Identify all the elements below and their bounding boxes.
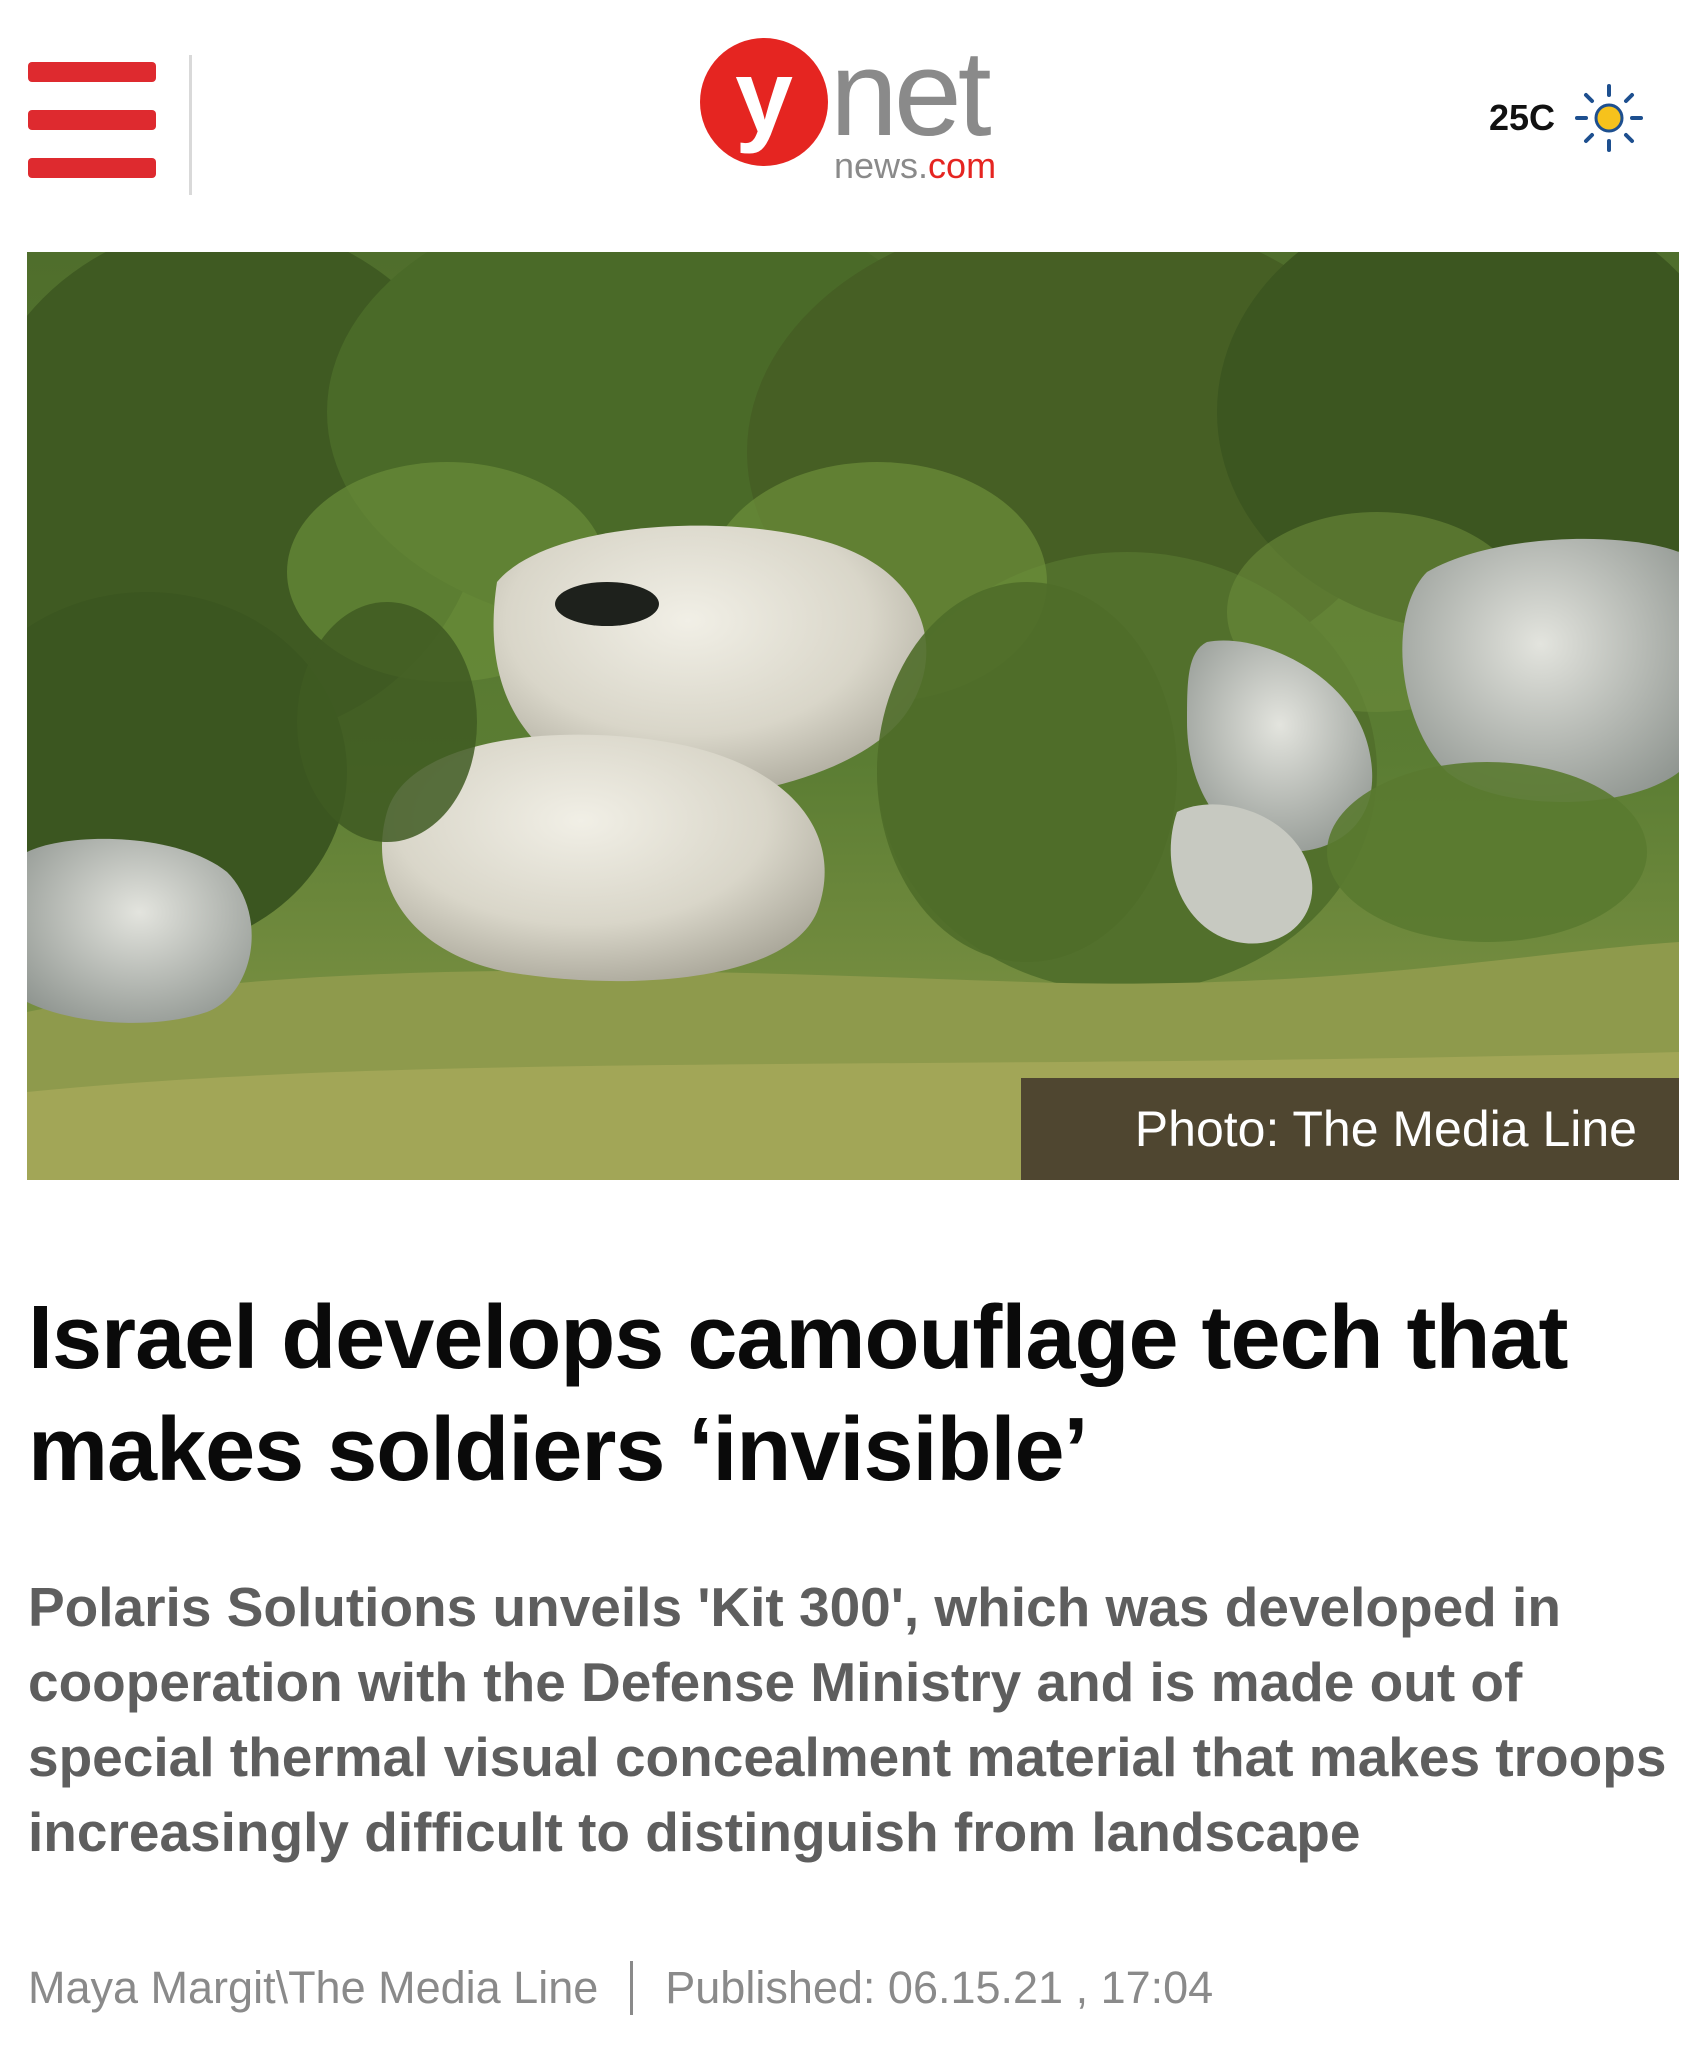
article-subheadline: Polaris Solutions unveils 'Kit 300', whi…: [28, 1576, 1667, 1863]
hero-photo[interactable]: Photo: The Media Line: [27, 252, 1679, 1180]
logo-sub-news: news.: [834, 145, 929, 186]
header-divider: [189, 55, 192, 195]
logo-sub-com: com: [928, 145, 997, 186]
logo-y-circle: y: [700, 38, 828, 166]
hero-photo-illustration: [27, 252, 1679, 1180]
logo-subtitle: news.com: [834, 146, 996, 186]
sun-icon: [1575, 84, 1643, 152]
weather-widget[interactable]: 25C: [1488, 84, 1645, 152]
menu-bar-middle: [28, 110, 156, 130]
article-headline: Israel develops camouflage tech that mak…: [28, 1288, 1569, 1500]
hamburger-menu-icon[interactable]: [28, 62, 156, 178]
photo-credit: Photo: The Media Line: [1021, 1078, 1679, 1180]
weather-temperature: 25C: [1488, 97, 1555, 138]
logo-net-text: net: [830, 25, 992, 161]
article-published-date: Published: 06.15.21 , 17:04: [665, 1962, 1214, 2013]
article-byline: Maya Margit\The Media Line Published: 06…: [28, 1958, 1678, 2018]
byline-separator: [630, 1961, 634, 2015]
menu-bar-top: [28, 62, 156, 82]
article-author[interactable]: Maya Margit\The Media Line: [28, 1958, 598, 2018]
menu-bar-bottom: [28, 158, 156, 178]
site-header: y net news.com 25C: [0, 0, 1705, 230]
ynet-logo[interactable]: y net news.com: [700, 28, 1020, 188]
